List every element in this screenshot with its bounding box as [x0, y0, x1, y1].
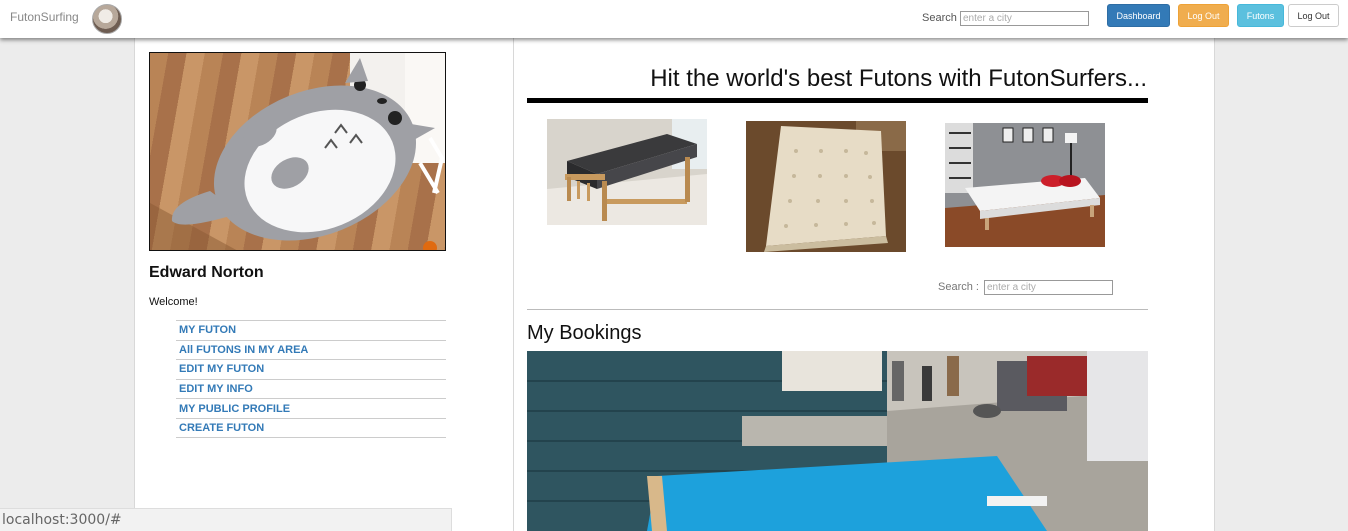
- hero-underline: [527, 98, 1148, 103]
- brand-link[interactable]: FutonSurfing: [10, 10, 79, 24]
- totoro-futon-image: [150, 53, 445, 250]
- futon-image-2[interactable]: [746, 121, 906, 252]
- booking-photo[interactable]: [527, 351, 1148, 531]
- logout-button[interactable]: Log Out: [1288, 4, 1339, 27]
- logout-button-orange[interactable]: Log Out: [1178, 4, 1229, 27]
- content-search-input[interactable]: [984, 280, 1113, 295]
- profile-photo: [149, 52, 446, 251]
- futons-button[interactable]: Futons: [1237, 4, 1284, 27]
- profile-name: Edward Norton: [149, 264, 264, 281]
- page-container: Edward Norton Welcome! MY FUTON All FUTO…: [134, 38, 1215, 531]
- column-divider: [513, 38, 514, 531]
- menu-item-my-futon[interactable]: MY FUTON: [176, 320, 446, 340]
- profile-menu: MY FUTON All FUTONS IN MY AREA EDIT MY F…: [176, 320, 446, 438]
- menu-link-public-profile[interactable]: MY PUBLIC PROFILE: [179, 403, 290, 415]
- white-futon-image: [945, 123, 1105, 247]
- menu-item-edit-futon[interactable]: EDIT MY FUTON: [176, 359, 446, 379]
- browser-status-bar: localhost:3000/#: [0, 508, 452, 531]
- menu-item-create-futon[interactable]: CREATE FUTON: [176, 417, 446, 438]
- menu-link-my-futon[interactable]: MY FUTON: [179, 324, 236, 336]
- street-futon-image: [527, 351, 1148, 531]
- wooden-futon-image: [547, 119, 707, 225]
- hero-title: Hit the world's best Futons with FutonSu…: [650, 65, 1147, 92]
- navbar-search-input[interactable]: [960, 11, 1089, 26]
- bookings-heading: My Bookings: [527, 322, 642, 344]
- user-avatar[interactable]: [92, 4, 122, 34]
- futon-image-3[interactable]: [945, 123, 1105, 247]
- menu-link-edit-futon[interactable]: EDIT MY FUTON: [179, 363, 264, 375]
- menu-item-all-futons[interactable]: All FUTONS IN MY AREA: [176, 339, 446, 360]
- navbar-search-label: Search: [922, 12, 957, 24]
- menu-item-public-profile[interactable]: MY PUBLIC PROFILE: [176, 398, 446, 418]
- menu-link-create-futon[interactable]: CREATE FUTON: [179, 422, 264, 434]
- dashboard-button[interactable]: Dashboard: [1107, 4, 1170, 27]
- futon-image-1[interactable]: [547, 119, 707, 225]
- menu-item-edit-info[interactable]: EDIT MY INFO: [176, 378, 446, 399]
- top-navbar: FutonSurfing Search Dashboard Log Out Fu…: [0, 0, 1348, 38]
- menu-link-all-futons[interactable]: All FUTONS IN MY AREA: [179, 344, 308, 356]
- menu-link-edit-info[interactable]: EDIT MY INFO: [179, 383, 253, 395]
- cream-futon-image: [746, 121, 906, 252]
- content-search-label: Search :: [938, 281, 979, 293]
- welcome-text: Welcome!: [149, 296, 198, 308]
- section-divider: [527, 309, 1148, 310]
